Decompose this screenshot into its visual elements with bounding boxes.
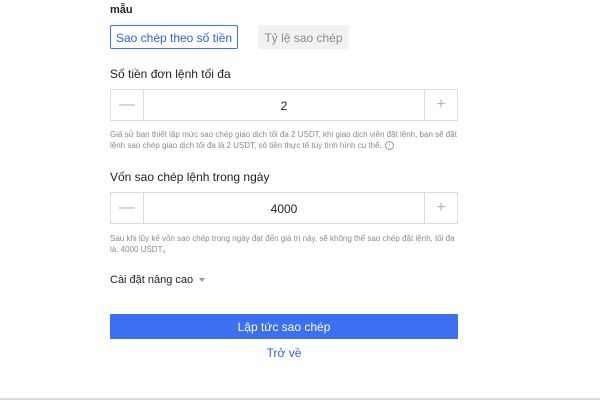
daily-capital-stepper: — + (110, 192, 458, 225)
copy-now-button[interactable]: Lập tức sao chép (110, 314, 458, 339)
max-amount-increment-button[interactable]: + (424, 90, 457, 120)
daily-capital-decrement-button[interactable]: — (111, 193, 144, 223)
daily-capital-hint: Sau khi lũy kế vốn sao chép trong ngày đ… (110, 234, 455, 254)
max-amount-hint-text: Giả sử bạn thiết lập mức sao chép giao d… (110, 130, 457, 150)
daily-capital-input[interactable] (144, 193, 424, 225)
back-link[interactable]: Trở về (0, 346, 568, 360)
max-amount-input[interactable] (144, 90, 424, 122)
max-amount-label: Số tiền đơn lệnh tối đa (110, 67, 231, 81)
advanced-settings-label: Cài đặt nâng cao (110, 274, 194, 286)
form-header-fragment: mẫu (110, 4, 133, 16)
tab-copy-ratio[interactable]: Tỷ lệ sao chép (258, 25, 349, 49)
max-amount-decrement-button[interactable]: — (111, 90, 144, 120)
daily-capital-increment-button[interactable]: + (424, 193, 457, 223)
tab-copy-by-amount[interactable]: Sao chép theo số tiền (110, 25, 238, 49)
max-amount-hint: Giả sử bạn thiết lập mức sao chép giao d… (110, 129, 460, 151)
daily-capital-label: Vốn sao chép lệnh trong ngày (110, 170, 270, 184)
info-icon[interactable]: i (384, 141, 394, 151)
advanced-settings-toggle[interactable]: Cài đặt nâng cao (110, 274, 206, 286)
caret-down-icon (199, 278, 206, 282)
max-amount-stepper: — + (110, 89, 458, 122)
